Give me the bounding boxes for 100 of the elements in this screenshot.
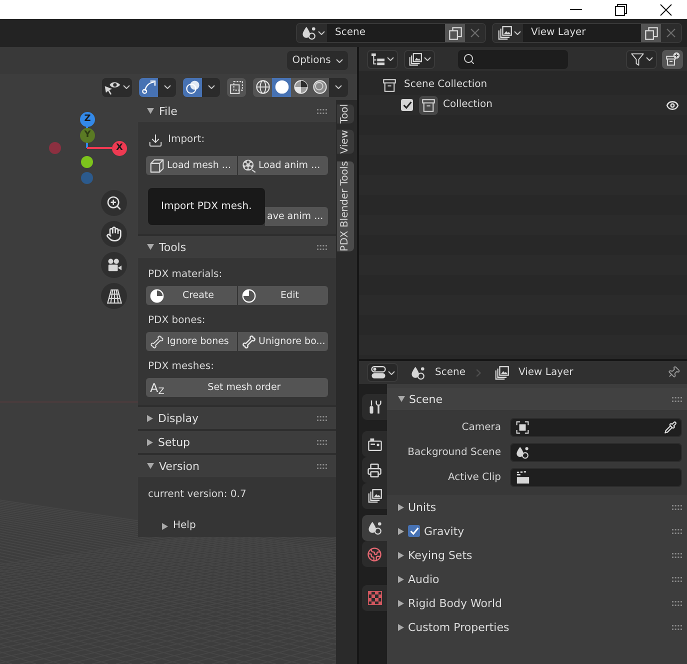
scene-tab[interactable]	[362, 515, 387, 541]
perspective-button[interactable]	[101, 283, 127, 309]
view-layer-name-field[interactable]: View Layer	[523, 24, 641, 42]
options-button[interactable]: Options	[287, 51, 348, 70]
browse-button[interactable]	[493, 24, 523, 42]
unignore-bones-button[interactable]: Unignore bo...	[238, 332, 328, 351]
gizmo-toggle-button[interactable]	[139, 78, 158, 96]
editor-type-button[interactable]	[367, 363, 398, 382]
set-mesh-order-button[interactable]: A$_{Z}$ Set mesh order	[146, 378, 328, 397]
create-material-button[interactable]: Create	[146, 286, 236, 305]
drag-handle-icon[interactable]	[317, 464, 327, 468]
unlink-button[interactable]	[661, 24, 681, 42]
triangle-right-icon[interactable]	[398, 600, 404, 606]
triangle-down-icon[interactable]	[398, 396, 405, 402]
subpanel-title[interactable]: Help	[173, 521, 196, 531]
sidebar-tab[interactable]: PDX Blender Tools	[337, 161, 354, 252]
collection-label[interactable]: Collection	[443, 100, 492, 110]
triangle-right-icon[interactable]	[398, 576, 404, 582]
eye-icon[interactable]	[666, 98, 679, 112]
scene-name-field[interactable]: Scene	[327, 24, 445, 42]
axis-handle[interactable]: Z	[80, 112, 95, 127]
drag-handle-icon[interactable]	[672, 504, 682, 510]
triangle-right-icon[interactable]	[162, 522, 168, 530]
checkbox[interactable]	[408, 525, 420, 537]
eyedropper-icon[interactable]	[664, 421, 677, 434]
dropdown-button[interactable]	[158, 78, 176, 96]
drag-handle-icon[interactable]	[672, 552, 682, 558]
triangle-right-icon[interactable]	[147, 438, 153, 446]
triangle-right-icon[interactable]	[398, 552, 404, 558]
display-mode-button[interactable]	[367, 50, 398, 68]
triangle-right-icon[interactable]	[398, 528, 404, 534]
sidebar-tab[interactable]: Tool	[337, 104, 354, 124]
axis-handle[interactable]	[81, 172, 93, 184]
checkbox[interactable]	[401, 99, 413, 111]
panel-title[interactable]: Custom Properties	[408, 622, 510, 632]
drag-handle-icon[interactable]	[317, 416, 327, 420]
browse-button[interactable]	[297, 24, 327, 42]
save-anim-button[interactable]: ave anim ...	[265, 207, 328, 226]
panel-title[interactable]: Keying Sets	[408, 550, 472, 560]
drag-handle-icon[interactable]	[317, 440, 327, 444]
edit-material-button[interactable]: Edit	[238, 286, 328, 305]
pan-button[interactable]	[101, 221, 127, 247]
xray-toggle-button[interactable]	[227, 78, 246, 96]
zoom-button[interactable]	[101, 190, 127, 216]
collection-label[interactable]: Scene Collection	[404, 80, 488, 90]
overlay-toggle-button[interactable]	[183, 78, 202, 96]
panel-title[interactable]: Units	[408, 502, 436, 512]
drag-handle-icon[interactable]	[672, 624, 682, 630]
view-layer-filter-button[interactable]	[404, 50, 435, 68]
ignore-bones-button[interactable]: Ignore bones	[146, 332, 236, 351]
drag-handle-icon[interactable]	[317, 244, 327, 250]
drag-handle-icon[interactable]	[672, 396, 682, 402]
camera-view-button[interactable]	[101, 252, 127, 278]
triangle-right-icon[interactable]	[398, 504, 404, 510]
triangle-right-icon[interactable]	[398, 624, 404, 630]
panel-header[interactable]: Display	[138, 407, 336, 429]
restore-icon[interactable]	[615, 4, 627, 16]
new-collection-button[interactable]	[662, 50, 683, 68]
panel-header[interactable]: Tools	[138, 236, 336, 258]
panel-title[interactable]: Gravity	[424, 526, 464, 536]
drag-handle-icon[interactable]	[672, 600, 682, 606]
material-shading-button[interactable]	[291, 78, 310, 96]
rendered-shading-button[interactable]	[310, 78, 329, 96]
texture-tab[interactable]	[362, 585, 387, 611]
triangle-right-icon[interactable]	[147, 414, 153, 422]
panel-title[interactable]: Rigid Body World	[408, 598, 502, 608]
sidebar-tab[interactable]: View	[337, 130, 354, 154]
close-icon[interactable]	[660, 4, 672, 16]
scene-field[interactable]	[510, 443, 682, 462]
panel-header[interactable]: Scene	[387, 388, 687, 410]
solid-shading-button[interactable]	[272, 78, 291, 96]
axis-handle[interactable]: X	[112, 141, 127, 156]
panel-title[interactable]: Audio	[408, 574, 440, 584]
axis-handle[interactable]	[81, 156, 93, 168]
unlink-button[interactable]	[465, 24, 485, 42]
panel-header[interactable]: Version	[138, 455, 336, 477]
dropdown-button[interactable]	[329, 78, 348, 96]
filter-button[interactable]	[626, 50, 657, 68]
view-layer-tab[interactable]	[362, 483, 387, 509]
wireframe-shading-button[interactable]	[253, 78, 272, 96]
camera-field[interactable]	[510, 418, 682, 437]
search-field[interactable]	[458, 50, 568, 68]
dropdown-button[interactable]	[202, 78, 220, 96]
drag-handle-icon[interactable]	[672, 528, 682, 534]
duplicate-button[interactable]	[445, 24, 465, 42]
duplicate-button[interactable]	[641, 24, 661, 42]
drag-handle-icon[interactable]	[672, 576, 682, 582]
load-mesh-button[interactable]: Load mesh ...	[146, 156, 236, 175]
axis-handle[interactable]	[49, 142, 61, 154]
render-tab[interactable]	[362, 431, 387, 457]
triangle-down-icon[interactable]	[147, 108, 154, 114]
tool-tab[interactable]	[362, 394, 387, 420]
load-anim-button[interactable]: Load anim ...	[238, 156, 328, 175]
panel-header[interactable]: Setup	[138, 431, 336, 453]
panel-header[interactable]: File	[138, 100, 336, 122]
world-tab[interactable]	[362, 541, 387, 567]
clip-field[interactable]	[510, 468, 682, 487]
drag-handle-icon[interactable]	[317, 108, 327, 114]
triangle-down-icon[interactable]	[147, 463, 154, 469]
triangle-down-icon[interactable]	[147, 244, 154, 250]
